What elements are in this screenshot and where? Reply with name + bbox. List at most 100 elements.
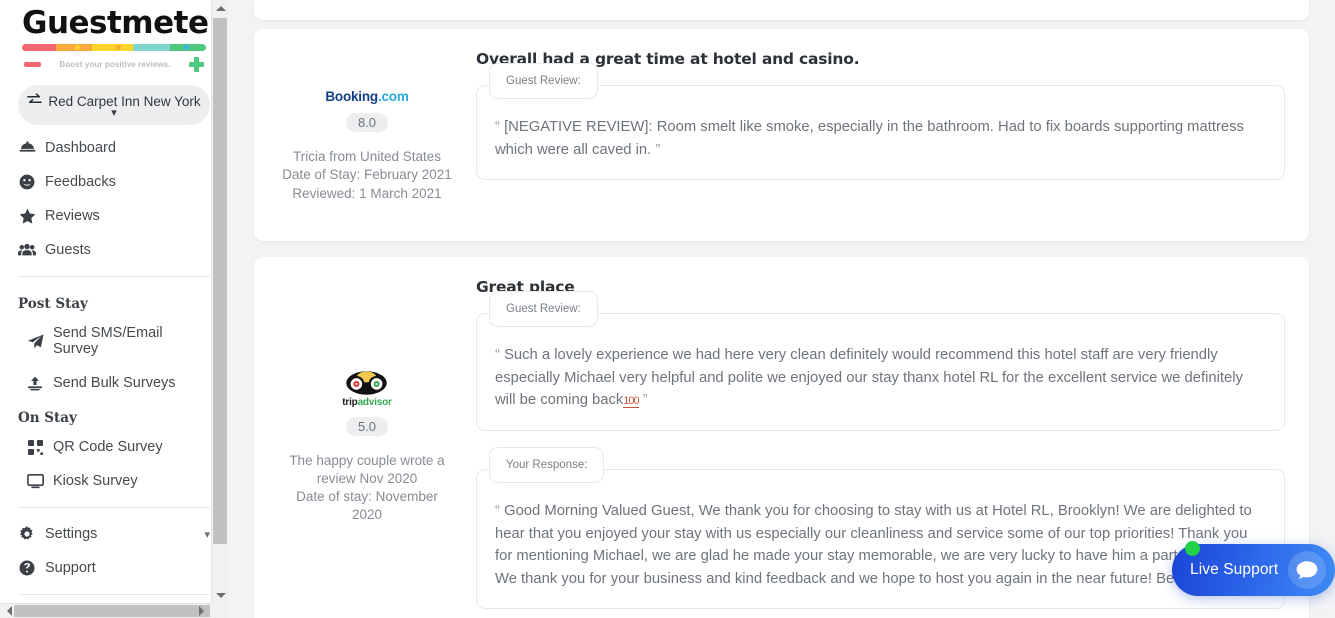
plus-icon: [189, 57, 204, 72]
scrollbar-thumb[interactable]: [213, 18, 227, 544]
guest-review-text-wrapper: “ Such a lovely experience we had here v…: [495, 344, 1262, 412]
sidebar-item-send-sms-email-survey[interactable]: Send SMS/Email Survey: [16, 316, 212, 366]
guest-review-text: [NEGATIVE REVIEW]: Room smelt like smoke…: [495, 119, 1244, 158]
source-name-part2: .com: [377, 89, 409, 105]
rating-badge: 5.0: [345, 416, 389, 436]
close-quote: ”: [655, 141, 661, 158]
chevron-down-icon: ▾: [204, 528, 210, 541]
source-name-part1: trip: [342, 396, 358, 408]
scroll-right-arrow-icon[interactable]: [197, 604, 211, 618]
owner-response-box: “ Good Morning Valued Guest, We thank yo…: [476, 468, 1285, 610]
sidebar-item-feedbacks[interactable]: Feedbacks: [16, 165, 212, 199]
upload-icon: [26, 376, 44, 391]
review-meta: The happy couple wrote a review Nov 2020…: [282, 452, 452, 525]
property-selector-label: Red Carpet Inn New York: [48, 93, 201, 109]
sidebar-item-label: Send SMS/Email Survey: [53, 325, 163, 357]
live-support-label: Live Support: [1190, 561, 1279, 578]
guest-review-text-wrapper: “ [NEGATIVE REVIEW]: Room smelt like smo…: [495, 116, 1262, 161]
guest-review-block: Guest Review: “ [NEGATIVE REVIEW]: Room …: [476, 63, 1285, 181]
owner-response-text-wrapper: “ Good Morning Valued Guest, We thank yo…: [495, 500, 1262, 591]
sidebar-item-reviews[interactable]: Reviews: [16, 199, 212, 233]
sidebar: Guestmeter Boost your positive reviews.: [0, 0, 228, 618]
sidebar-main-nav: Dashboard Feedbacks Reviews Guests: [16, 131, 212, 267]
online-status-dot-icon: [1185, 541, 1200, 556]
review-meta-line: Date of stay: November 2020: [296, 489, 438, 523]
brand-tagline: Boost your positive reviews.: [59, 60, 171, 69]
guest-review-label: Guest Review:: [489, 291, 598, 327]
rating-badge: 8.0: [345, 113, 389, 133]
guest-review-label: Guest Review:: [489, 63, 598, 99]
sidebar-item-guests[interactable]: Guests: [16, 233, 212, 267]
users-icon: [18, 243, 36, 257]
sidebar-item-qr-code-survey[interactable]: QR Code Survey: [16, 430, 212, 464]
chat-bubble-icon[interactable]: [1288, 551, 1326, 589]
app-root: Guestmeter Boost your positive reviews.: [0, 0, 1335, 618]
brand-gradient-bar: [22, 44, 206, 51]
sidebar-item-send-bulk-surveys[interactable]: Send Bulk Surveys: [16, 366, 212, 400]
gear-icon: [18, 526, 36, 542]
scroll-up-arrow-icon[interactable]: [212, 0, 228, 17]
open-quote: “: [495, 502, 500, 519]
star-icon: [18, 208, 36, 224]
sidebar-horizontal-scrollbar[interactable]: [0, 603, 228, 618]
sidebar-item-kiosk-survey[interactable]: Kiosk Survey: [16, 464, 212, 498]
review-source-column: tripadvisor 5.0 The happy couple wrote a…: [272, 275, 462, 618]
sidebar-item-label: Feedbacks: [45, 174, 116, 190]
question-circle-icon: [18, 560, 36, 576]
booking-com-logo: Booking.com: [325, 89, 409, 105]
paper-plane-icon: [26, 333, 44, 349]
review-card-partial: [254, 0, 1309, 20]
open-quote: “: [495, 347, 500, 363]
live-support-button[interactable]: Live Support: [1172, 541, 1335, 596]
sidebar-divider-2: [18, 507, 210, 508]
sidebar-item-settings[interactable]: Settings ▾: [16, 517, 212, 551]
review-meta-line: Reviewed: 1 March 2021: [292, 185, 442, 201]
sidebar-item-label: Dashboard: [45, 140, 116, 156]
review-content-column: Great place Guest Review: “ Such a lovel…: [462, 275, 1285, 618]
tripadvisor-wordmark: tripadvisor: [342, 396, 392, 408]
desktop-monitor-icon: [26, 473, 44, 489]
review-meta-line: Tricia from United States: [292, 149, 442, 165]
bell-concierge-icon: [18, 140, 36, 156]
review-card: Booking.com 8.0 Tricia from United State…: [254, 29, 1309, 241]
sidebar-item-label: Kiosk Survey: [53, 473, 138, 489]
review-meta: Tricia from United States Date of Stay: …: [282, 148, 452, 203]
sidebar-item-dashboard[interactable]: Dashboard: [16, 131, 212, 165]
smiley-face-icon: [18, 174, 36, 190]
tripadvisor-logo: tripadvisor: [342, 370, 392, 408]
guest-review-box: “ Such a lovely experience we had here v…: [476, 313, 1285, 431]
sidebar-divider-3: [18, 594, 210, 595]
sidebar-item-label: QR Code Survey: [53, 439, 163, 455]
guest-review-box: “ [NEGATIVE REVIEW]: Room smelt like smo…: [476, 85, 1285, 181]
sidebar-item-label: Reviews: [45, 208, 100, 224]
brand-tagline-row: Boost your positive reviews.: [22, 57, 206, 72]
reviews-list: Booking.com 8.0 Tricia from United State…: [228, 0, 1335, 618]
tripadvisor-owl-icon: [346, 370, 388, 395]
sidebar-content: Guestmeter Boost your positive reviews.: [0, 0, 228, 595]
review-source-column: Booking.com 8.0 Tricia from United State…: [272, 47, 462, 223]
sidebar-item-support[interactable]: Support: [16, 551, 212, 585]
scroll-left-arrow-icon[interactable]: [0, 604, 14, 618]
scrollbar-corner: [211, 603, 228, 618]
open-quote: “: [495, 119, 500, 135]
sidebar-vertical-scrollbar[interactable]: [211, 0, 228, 604]
qr-code-icon: [26, 439, 44, 455]
owner-response-text: Good Morning Valued Guest, We thank you …: [495, 502, 1261, 587]
guest-review-text: Such a lovely experience we had here ver…: [495, 347, 1243, 409]
source-name-part1: Booking: [325, 89, 378, 105]
property-selector[interactable]: Red Carpet Inn New York ▾: [18, 85, 210, 125]
guest-review-block: Guest Review: “ Such a lovely experience…: [476, 291, 1285, 431]
chevron-down-icon: ▾: [111, 107, 117, 119]
brand-logo[interactable]: Guestmeter Boost your positive reviews.: [16, 0, 224, 72]
scroll-down-arrow-icon[interactable]: [212, 587, 228, 604]
brand-name: Guestmeter: [22, 5, 224, 41]
hundred-points-emoji-icon: 100: [623, 395, 640, 409]
review-title: Overall had a great time at hotel and ca…: [476, 50, 860, 68]
scrollbar-thumb-horizontal[interactable]: [14, 605, 210, 617]
swap-horizontal-icon: [27, 93, 43, 109]
sidebar-group-title-on-stay: On Stay: [18, 410, 77, 426]
owner-response-label: Your Response:: [489, 446, 605, 483]
sidebar-item-label: Send Bulk Surveys: [53, 375, 176, 391]
sidebar-group-title-post-stay: Post Stay: [18, 296, 88, 312]
review-meta-line: Date of Stay: February 2021: [282, 167, 452, 183]
